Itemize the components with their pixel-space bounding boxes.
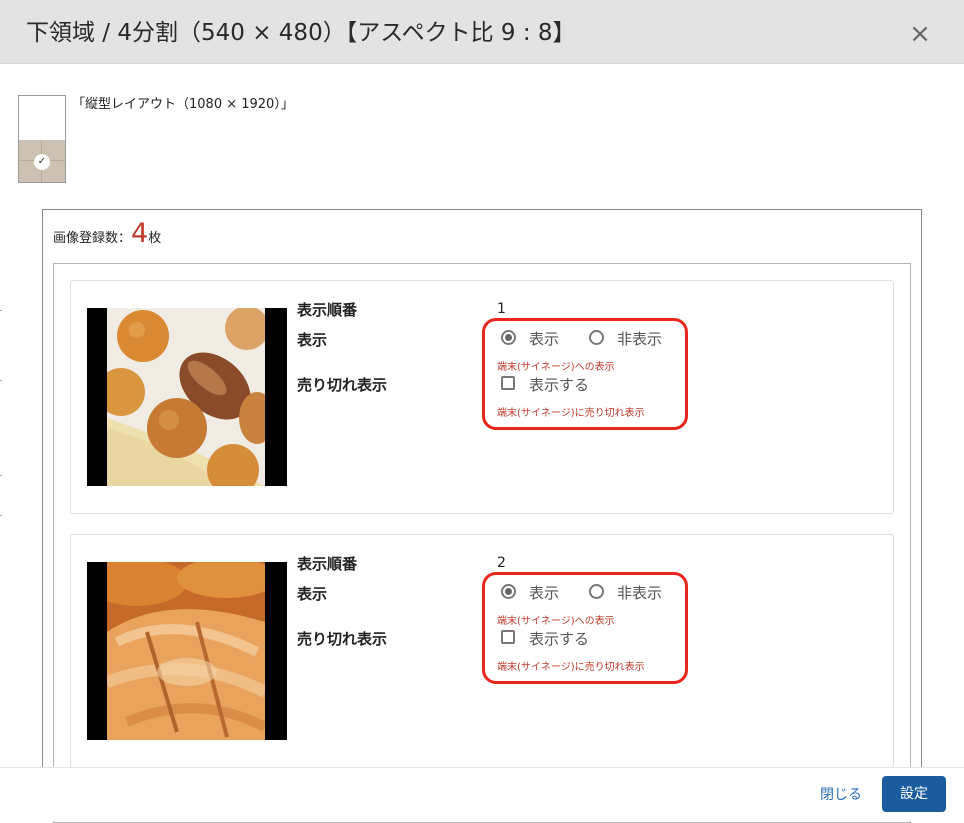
check-icon: ✓	[34, 154, 50, 170]
sold-out-label: 売り切れ表示	[297, 376, 388, 394]
bread-assortment-photo	[87, 308, 287, 486]
image-card: 表示順番 2 表示 表示 非表示 端末(サイネージ)への表示 売り切れ表示 表示…	[70, 534, 894, 768]
highlight-annotation	[482, 572, 688, 684]
close-button[interactable]: 閉じる	[820, 784, 862, 804]
image-count-value: 4	[131, 218, 149, 249]
highlight-annotation	[482, 318, 688, 430]
close-icon[interactable]: ×	[906, 20, 934, 48]
order-label: 表示順番	[297, 555, 358, 573]
image-count-label: 画像登録数：	[53, 231, 132, 246]
image-count: 画像登録数：4枚	[53, 218, 161, 249]
order-value: 1	[497, 301, 506, 317]
croissant-photo-image	[107, 562, 265, 740]
layout-label: 「縦型レイアウト（1080 × 1920）」	[72, 97, 294, 112]
order-label: 表示順番	[297, 301, 358, 319]
set-button[interactable]: 設定	[882, 776, 946, 812]
image-count-unit: 枚	[148, 231, 162, 246]
bread-photo-image	[107, 308, 265, 486]
display-label: 表示	[297, 331, 328, 349]
image-card: 表示順番 1 表示 表示 非表示 端末(サイネージ)への表示 売り切れ表示 表示…	[70, 280, 894, 514]
background-page-edge	[0, 380, 2, 381]
order-value: 2	[497, 555, 506, 571]
croissant-photo	[87, 562, 287, 740]
layout-thumbnail[interactable]: ✓	[18, 95, 66, 183]
background-page-edge	[0, 310, 2, 311]
dialog-title: 下領域 / 4分割（540 × 480）【アスペクト比 9 : 8】	[26, 20, 576, 46]
display-label: 表示	[297, 585, 328, 603]
background-page-edge	[0, 515, 2, 516]
sold-out-label: 売り切れ表示	[297, 630, 388, 648]
background-page-edge	[0, 475, 2, 476]
dialog-header: 下領域 / 4分割（540 × 480）【アスペクト比 9 : 8】 ×	[0, 0, 964, 64]
